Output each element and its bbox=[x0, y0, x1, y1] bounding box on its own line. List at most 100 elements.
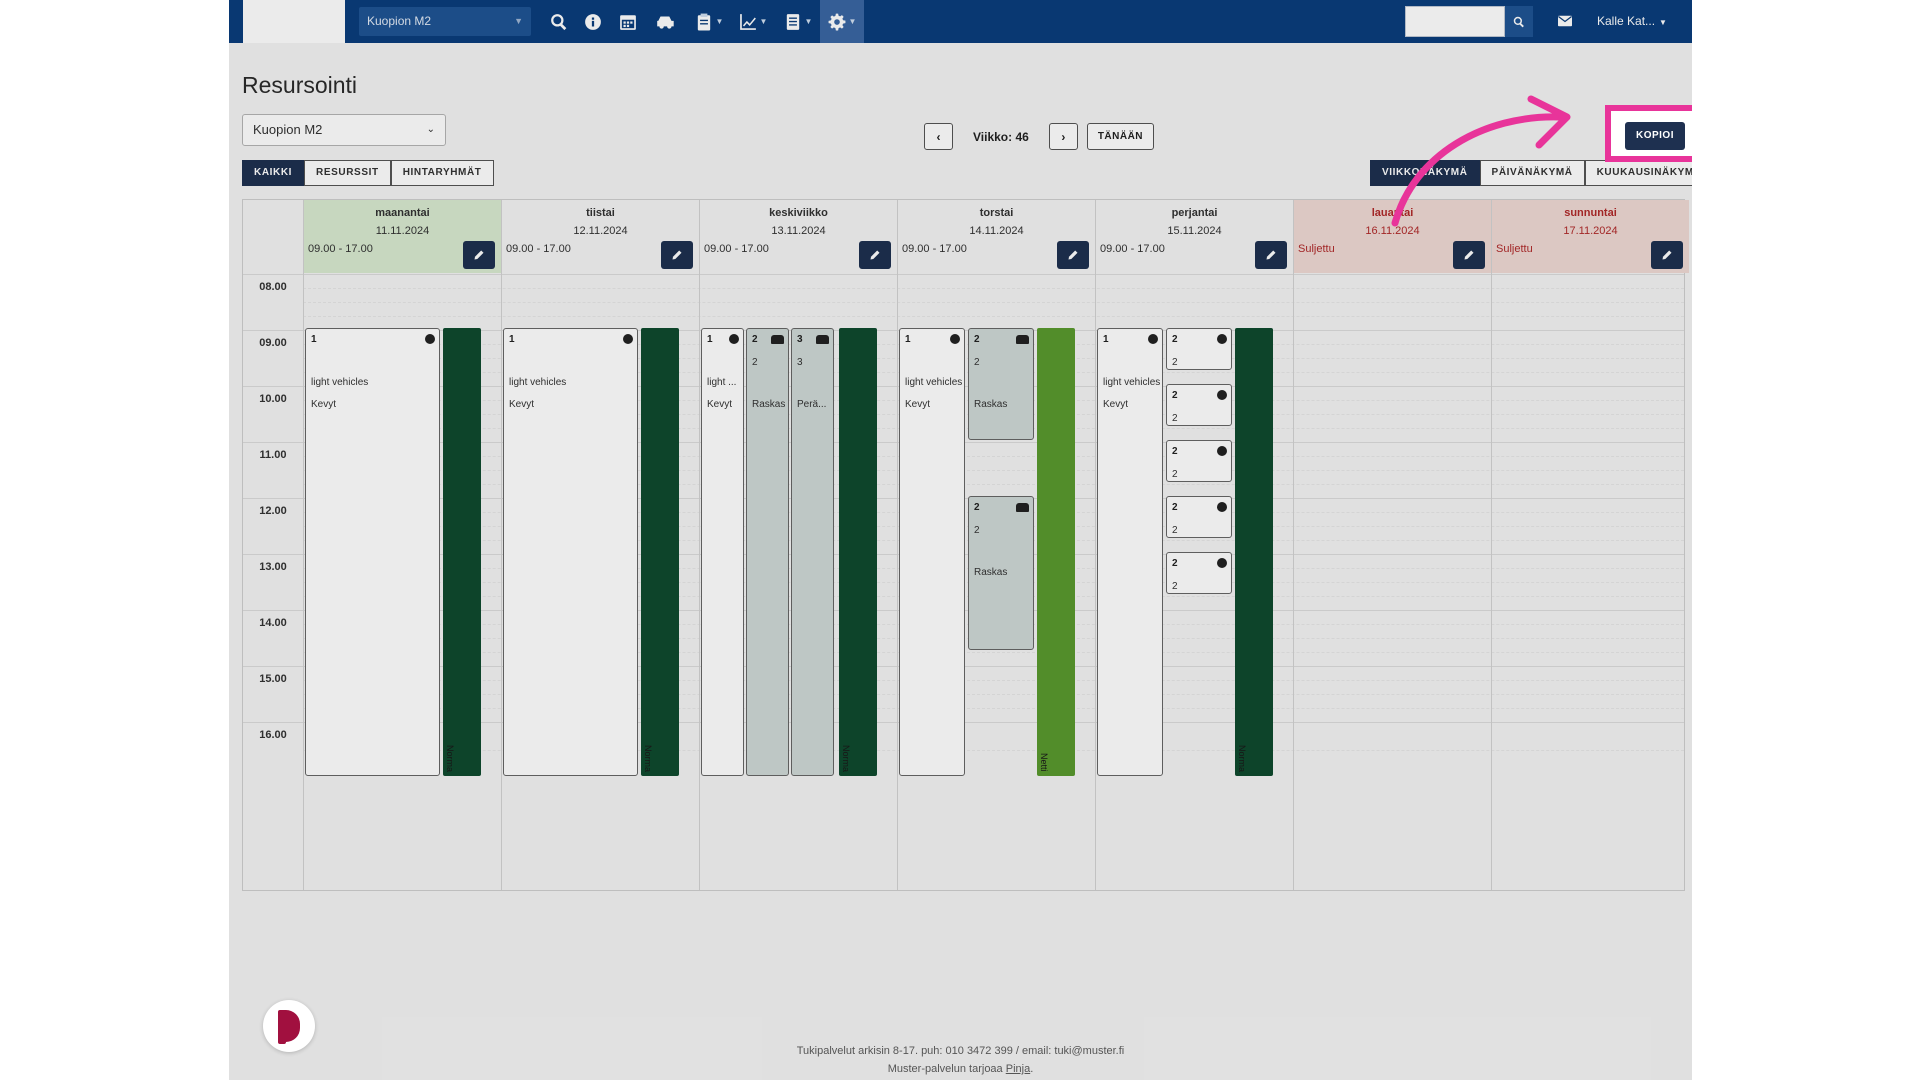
footer: Tukipalvelut arkisin 8-17. puh: 010 3472… bbox=[229, 1042, 1692, 1078]
clipboard-icon bbox=[697, 13, 710, 30]
week-calendar: 08.00 09.00 10.00 11.00 12.00 13.00 14.00 15.00… bbox=[242, 199, 1689, 891]
week-navigation: ‹ Viikko: 46 › TÄNÄÄN bbox=[924, 123, 1155, 150]
resource-select-value: Kuopion M2 bbox=[253, 122, 323, 137]
filter-all-button[interactable]: KAIKKI bbox=[242, 160, 305, 186]
previous-week-button[interactable]: ‹ bbox=[924, 123, 953, 150]
resource-slot[interactable]: 1 light vehicles Kevyt bbox=[305, 328, 440, 776]
edit-day-button[interactable] bbox=[1255, 241, 1287, 269]
vehicle-nav-button[interactable] bbox=[646, 0, 686, 43]
info-icon bbox=[585, 13, 601, 30]
time-label: 11.00 bbox=[259, 449, 287, 461]
search-nav-button[interactable] bbox=[542, 0, 576, 43]
footer-provider-link[interactable]: Pinja bbox=[1006, 1063, 1030, 1075]
edit-day-button[interactable] bbox=[661, 241, 693, 269]
price-group-label: Norma bbox=[841, 744, 851, 772]
pencil-icon bbox=[1662, 250, 1672, 260]
chevron-down-icon: ▼ bbox=[848, 17, 857, 26]
location-select[interactable]: Kuopion M2 ▼ bbox=[359, 7, 531, 36]
day-header: tiistai 12.11.2024 09.00 - 17.00 bbox=[502, 200, 699, 273]
resource-select[interactable]: Kuopion M2 ⌄ bbox=[242, 114, 446, 146]
global-search-input[interactable] bbox=[1405, 6, 1505, 37]
day-name: maanantai bbox=[375, 207, 430, 219]
slot-number: 2 bbox=[1172, 334, 1178, 345]
user-menu[interactable]: Kalle Kat... ▼ bbox=[1597, 0, 1667, 43]
edit-day-button[interactable] bbox=[859, 241, 891, 269]
price-group-bar[interactable]: Norma bbox=[1235, 328, 1273, 776]
resource-slot[interactable]: 2 2 Raskas bbox=[968, 328, 1034, 440]
pencil-icon bbox=[870, 250, 880, 260]
slot-number: 1 bbox=[509, 334, 515, 345]
price-group-bar[interactable]: Netti bbox=[1037, 328, 1075, 776]
day-column-lauantai: lauantai 16.11.2024 Suljettu bbox=[1293, 200, 1491, 890]
footer-provider-suffix: . bbox=[1030, 1063, 1034, 1075]
resource-slot[interactable]: 22 bbox=[1166, 552, 1232, 594]
chevron-down-icon: ▼ bbox=[514, 16, 523, 26]
brand-logo[interactable] bbox=[243, 0, 345, 43]
time-label: 12.00 bbox=[259, 505, 287, 517]
slot-vehicle-type: Raskas bbox=[752, 399, 786, 410]
slot-count: 2 bbox=[1172, 525, 1178, 536]
slot-count: 2 bbox=[974, 357, 980, 368]
footer-provider-line: Muster-palvelun tarjoaa Pinja. bbox=[229, 1060, 1692, 1078]
day-name: keskiviikko bbox=[769, 207, 828, 219]
globe-icon bbox=[1217, 334, 1227, 344]
price-group-bar[interactable]: Norma bbox=[641, 328, 679, 776]
price-group-label: Norma bbox=[643, 744, 653, 772]
calendar-nav-button[interactable] bbox=[610, 0, 646, 43]
resource-slot[interactable]: 2 2 Raskas bbox=[968, 496, 1034, 650]
clipboard-nav-dropdown[interactable]: ▼ bbox=[688, 0, 730, 43]
day-opening-hours: 09.00 - 17.00 bbox=[704, 243, 769, 255]
copy-button[interactable]: KOPIOI bbox=[1625, 122, 1685, 150]
day-opening-hours: 09.00 - 17.00 bbox=[1100, 243, 1165, 255]
slot-count: 2 bbox=[974, 525, 980, 536]
filter-pricegroups-button[interactable]: HINTARYHMÄT bbox=[390, 160, 494, 186]
search-icon bbox=[1513, 16, 1524, 27]
resource-slot[interactable]: 2 2 Raskas bbox=[746, 328, 789, 776]
day-name: tiistai bbox=[586, 207, 615, 219]
resource-slot[interactable]: 1 light vehicles Kevyt bbox=[503, 328, 638, 776]
day-date: 13.11.2024 bbox=[771, 225, 826, 237]
slot-vehicle-type: Kevyt bbox=[905, 399, 931, 410]
next-week-button[interactable]: › bbox=[1048, 123, 1078, 150]
resource-slot[interactable]: 22 bbox=[1166, 328, 1232, 370]
day-header: torstai 14.11.2024 09.00 - 17.00 bbox=[898, 200, 1095, 273]
reports-nav-dropdown[interactable]: ▼ bbox=[730, 0, 776, 43]
price-group-bar[interactable]: Norma bbox=[443, 328, 481, 776]
price-group-label: Netti bbox=[1039, 753, 1049, 772]
slot-count: 2 bbox=[1172, 581, 1178, 592]
resource-slot[interactable]: 1 light vehicles Kevyt bbox=[1097, 328, 1163, 776]
slot-vehicle-type: Kevyt bbox=[707, 399, 733, 410]
today-button[interactable]: TÄNÄÄN bbox=[1086, 123, 1155, 150]
resource-slot[interactable]: 22 bbox=[1166, 440, 1232, 482]
time-label: 13.00 bbox=[259, 561, 287, 573]
mail-icon[interactable] bbox=[1558, 14, 1572, 28]
footer-provider-text: Muster-palvelun tarjoaa bbox=[887, 1063, 1003, 1075]
slot-number: 1 bbox=[707, 334, 713, 345]
globe-icon bbox=[729, 334, 739, 344]
resource-slot[interactable]: 1 light vehicles Kevyt bbox=[899, 328, 965, 776]
time-label: 09.00 bbox=[259, 337, 287, 349]
pointer-arrow bbox=[1391, 95, 1571, 227]
settings-nav-dropdown[interactable]: ▼ bbox=[820, 0, 864, 43]
slot-category: light vehicles bbox=[1103, 377, 1161, 388]
edit-day-button[interactable] bbox=[1651, 241, 1683, 269]
day-header: maanantai 11.11.2024 09.00 - 17.00 bbox=[304, 200, 501, 273]
resource-slot[interactable]: 22 bbox=[1166, 496, 1232, 538]
chart-icon bbox=[739, 13, 756, 30]
document-nav-dropdown[interactable]: ▼ bbox=[778, 0, 818, 43]
resource-slot[interactable]: 1 light ... Kevyt bbox=[701, 328, 744, 776]
filter-resources-button[interactable]: RESURSSIT bbox=[304, 160, 391, 186]
info-nav-button[interactable] bbox=[576, 0, 610, 43]
chevron-down-icon: ▼ bbox=[804, 17, 813, 26]
globe-icon bbox=[1217, 390, 1227, 400]
global-search-button[interactable] bbox=[1505, 6, 1533, 37]
edit-day-button[interactable] bbox=[1453, 241, 1485, 269]
slot-category: light vehicles bbox=[311, 377, 369, 388]
price-group-bar[interactable]: Norma bbox=[839, 328, 877, 776]
edit-day-button[interactable] bbox=[463, 241, 495, 269]
slot-count: 3 bbox=[797, 357, 803, 368]
edit-day-button[interactable] bbox=[1057, 241, 1089, 269]
resource-slot[interactable]: 22 bbox=[1166, 384, 1232, 426]
day-header: perjantai 15.11.2024 09.00 - 17.00 bbox=[1096, 200, 1293, 273]
resource-slot[interactable]: 3 3 Perä... bbox=[791, 328, 834, 776]
